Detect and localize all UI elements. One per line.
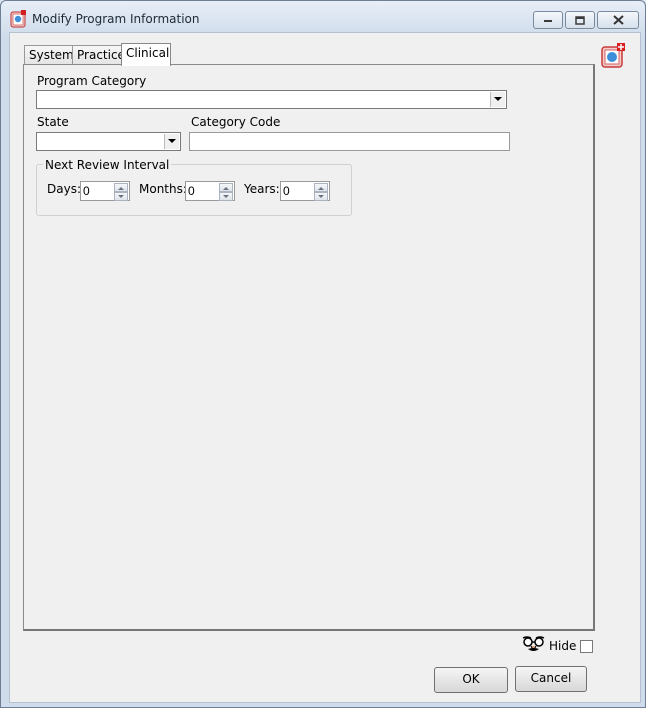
hide-checkbox[interactable] <box>580 640 593 653</box>
maximize-button[interactable] <box>565 11 595 29</box>
years-down-button[interactable] <box>314 192 328 201</box>
years-up-button[interactable] <box>314 183 328 192</box>
close-icon <box>612 15 624 25</box>
state-combo[interactable] <box>36 132 181 151</box>
chevron-down-icon <box>494 97 502 101</box>
tab-clinical[interactable]: Clinical <box>121 43 171 66</box>
maximize-icon <box>575 15 585 25</box>
next-review-interval-group: Next Review Interval Days: 0 Months: 0 Y… <box>36 158 352 216</box>
state-label: State <box>37 115 69 129</box>
tab-practice[interactable]: Practice <box>72 45 126 65</box>
years-label: Years: <box>244 182 280 196</box>
months-down-button[interactable] <box>219 192 233 201</box>
window-title: Modify Program Information <box>32 12 200 26</box>
clinical-tab-panel: Program Category State Category Code Nex… <box>23 64 595 631</box>
years-spinner[interactable]: 0 <box>280 181 330 201</box>
disguise-glasses-icon <box>522 636 545 651</box>
months-label: Months: <box>139 182 187 196</box>
arrow-down-icon <box>223 194 229 198</box>
program-category-label: Program Category <box>37 74 147 88</box>
days-value: 0 <box>83 184 90 198</box>
arrow-down-icon <box>318 194 324 198</box>
days-label: Days: <box>47 182 81 196</box>
category-code-label: Category Code <box>191 115 281 129</box>
state-dropdown-button[interactable] <box>164 134 179 149</box>
hide-label: Hide <box>549 639 577 653</box>
years-value: 0 <box>283 184 290 198</box>
arrow-up-icon <box>118 186 124 190</box>
months-up-button[interactable] <box>219 183 233 192</box>
tab-system[interactable]: System <box>24 45 74 65</box>
program-info-icon <box>601 43 625 68</box>
minimize-icon <box>544 20 552 22</box>
app-icon <box>10 10 26 28</box>
arrow-up-icon <box>223 186 229 190</box>
close-button[interactable] <box>597 11 639 29</box>
chevron-down-icon <box>168 139 176 143</box>
arrow-down-icon <box>118 194 124 198</box>
days-down-button[interactable] <box>114 192 128 201</box>
months-value: 0 <box>188 184 195 198</box>
days-spinner[interactable]: 0 <box>80 181 130 201</box>
program-category-dropdown-button[interactable] <box>490 92 505 107</box>
cancel-button[interactable]: Cancel <box>515 666 587 692</box>
minimize-button[interactable] <box>533 11 563 29</box>
category-code-input[interactable] <box>189 132 510 151</box>
dialog-window: Modify Program Information System Practi… <box>0 0 646 708</box>
ok-button[interactable]: OK <box>434 667 508 693</box>
dialog-client-area: System Practice Clinical Program Categor… <box>9 32 641 703</box>
months-spinner[interactable]: 0 <box>185 181 235 201</box>
program-category-combo[interactable] <box>36 90 507 109</box>
next-review-interval-title: Next Review Interval <box>43 158 172 172</box>
arrow-up-icon <box>318 186 324 190</box>
days-up-button[interactable] <box>114 183 128 192</box>
